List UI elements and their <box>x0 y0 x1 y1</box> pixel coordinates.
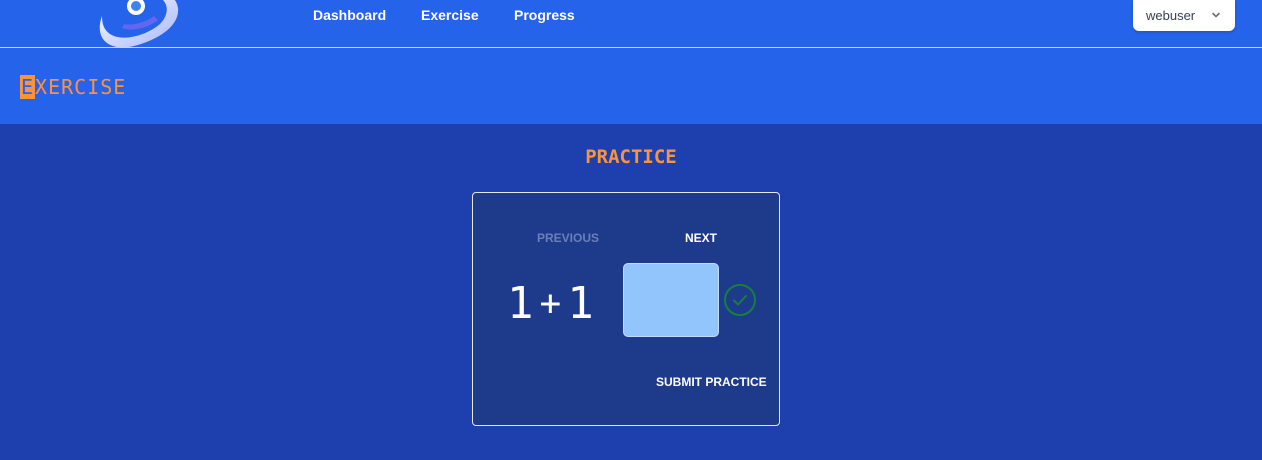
page-title-rest: XERCISE <box>35 75 127 99</box>
user-name-label: webuser <box>1146 8 1196 23</box>
app-logo[interactable] <box>88 0 184 50</box>
top-navigation-bar: Dashboard Exercise Progress webuser <box>0 0 1262 48</box>
user-menu-dropdown[interactable]: webuser <box>1133 0 1235 31</box>
next-button[interactable]: NEXT <box>685 231 717 245</box>
practice-card: PREVIOUS NEXT 1 + 1 SUBMIT PRACTICE <box>472 192 780 426</box>
page-title: E XERCISE <box>20 75 127 99</box>
page-title-initial: E <box>20 75 36 99</box>
nav-link-dashboard[interactable]: Dashboard <box>313 7 386 23</box>
operator-sign: + <box>539 282 562 324</box>
practice-heading: PRACTICE <box>585 146 677 168</box>
page-header-band <box>0 48 1262 124</box>
submit-practice-button[interactable]: SUBMIT PRACTICE <box>656 375 767 389</box>
check-circle-icon <box>724 284 756 316</box>
operand-b: 1 <box>567 277 594 329</box>
nav-link-exercise[interactable]: Exercise <box>421 7 479 23</box>
nav-link-progress[interactable]: Progress <box>514 7 575 23</box>
math-problem: 1 + 1 <box>507 275 594 331</box>
operand-a: 1 <box>507 277 534 329</box>
previous-button[interactable]: PREVIOUS <box>537 231 599 245</box>
chevron-down-icon <box>1212 12 1220 18</box>
answer-input[interactable] <box>623 263 719 337</box>
